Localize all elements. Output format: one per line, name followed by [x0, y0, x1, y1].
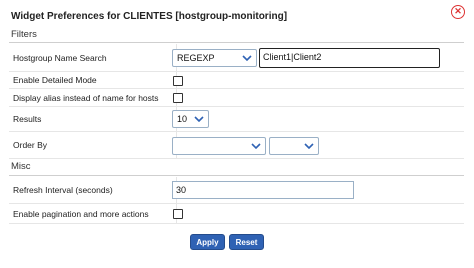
hostgroup-name-search-label: Hostgroup Name Search [13, 52, 107, 63]
refresh-interval-label: Refresh Interval (seconds) [13, 185, 113, 195]
dialog-title: Widget Preferences for CLIENTES [hostgro… [11, 11, 288, 22]
section-filters: Filters [9, 29, 464, 43]
refresh-interval-input[interactable]: 30 [172, 181, 354, 199]
enable-pagination-label: Enable pagination and more actions [13, 208, 149, 219]
hostgroup-name-search-input[interactable]: Client1|Client2 [259, 48, 440, 68]
row-enable-pagination: Enable pagination and more actions [9, 204, 464, 224]
widget-preferences-dialog: Widget Preferences for CLIENTES [hostgro… [0, 0, 474, 268]
row-order-by: Order By [9, 132, 464, 159]
row-refresh-interval: Refresh Interval (seconds) 30 [9, 177, 464, 204]
results-label: Results [13, 114, 42, 124]
hostgroup-name-search-value: Client1|Client2 [263, 52, 322, 62]
section-misc: Misc [9, 161, 464, 176]
section-filters-label: Filters [11, 29, 37, 40]
hostgroup-operator-select[interactable]: REGEXP [172, 49, 257, 67]
close-icon[interactable]: ✕ [451, 5, 465, 19]
chevron-down-icon [194, 116, 204, 122]
hostgroup-operator-value: REGEXP [177, 53, 215, 63]
results-select[interactable]: 10 [172, 110, 209, 128]
row-hostgroup-name-search: Hostgroup Name Search REGEXP Client1|Cli… [9, 44, 464, 72]
chevron-down-icon [304, 143, 314, 149]
chevron-down-icon [251, 143, 261, 149]
display-alias-checkbox[interactable] [173, 93, 183, 103]
order-by-field-select[interactable] [172, 137, 266, 155]
order-by-direction-select[interactable] [269, 137, 319, 155]
enable-pagination-checkbox[interactable] [173, 209, 183, 219]
row-enable-detailed-mode: Enable Detailed Mode [9, 72, 464, 89]
enable-detailed-mode-label: Enable Detailed Mode [13, 75, 97, 85]
apply-button[interactable]: Apply [190, 234, 225, 250]
row-results: Results 10 [9, 107, 464, 132]
order-by-label: Order By [13, 140, 48, 150]
display-alias-label: Display alias instead of name for hosts [13, 92, 159, 103]
chevron-down-icon [242, 55, 252, 61]
results-value: 10 [177, 114, 188, 124]
row-display-alias: Display alias instead of name for hosts [9, 89, 464, 107]
enable-detailed-mode-checkbox[interactable] [173, 76, 183, 86]
reset-button[interactable]: Reset [229, 234, 264, 250]
refresh-interval-value: 30 [176, 185, 187, 195]
section-misc-label: Misc [11, 161, 31, 172]
